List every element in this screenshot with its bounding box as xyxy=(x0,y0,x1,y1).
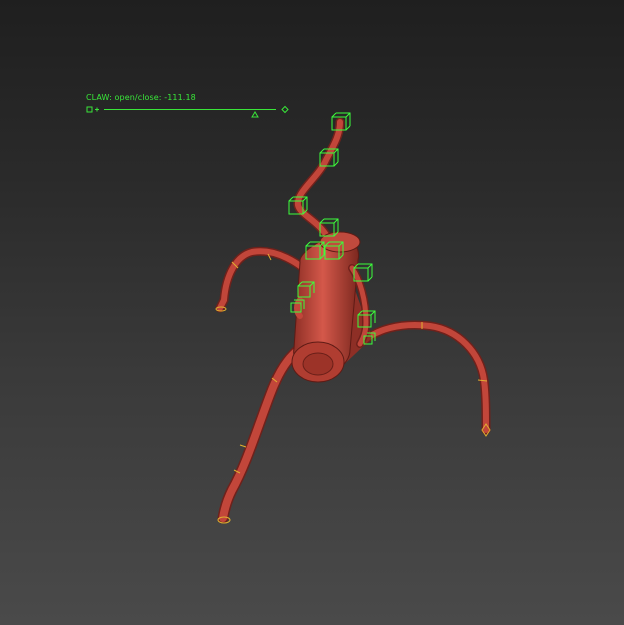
slider-reset-icon[interactable] xyxy=(86,106,93,113)
right-arm[interactable] xyxy=(357,320,491,437)
slider-end-diamond-icon[interactable] xyxy=(281,105,289,114)
left-knob[interactable] xyxy=(294,297,303,319)
claw-slider[interactable] xyxy=(86,103,296,119)
top-arm[interactable] xyxy=(293,117,345,243)
slider-handle[interactable] xyxy=(251,111,259,118)
slider-plus-icon[interactable] xyxy=(95,107,99,112)
claw-slider-hud: CLAW: open/close: -111.18 xyxy=(86,93,296,119)
claw-slider-label: CLAW: open/close: -111.18 xyxy=(86,93,196,102)
